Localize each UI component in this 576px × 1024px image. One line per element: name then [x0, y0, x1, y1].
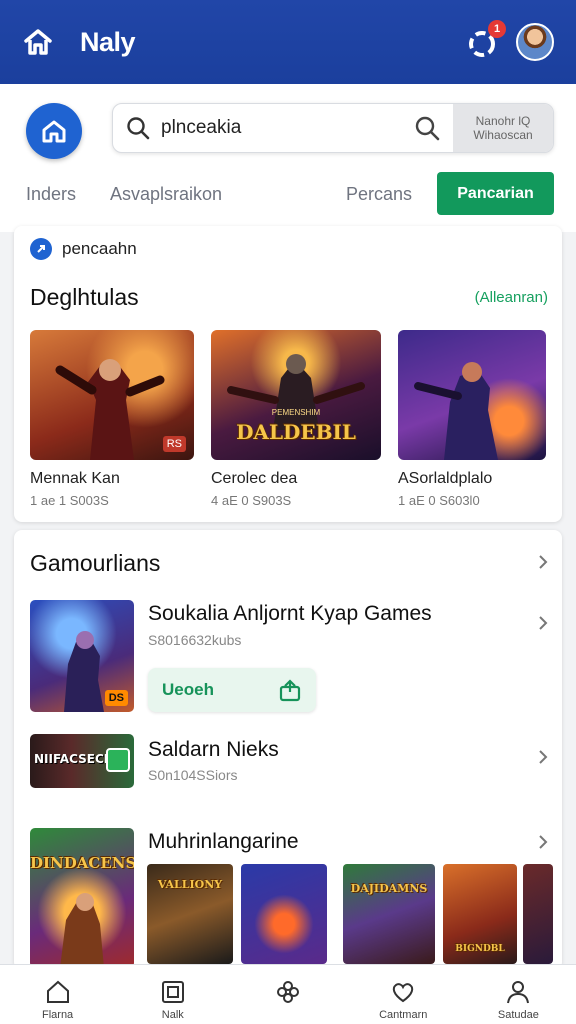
bottom-navigation: Flarna Nalk Cantmarn Satudae — [0, 964, 576, 1024]
home-icon — [42, 120, 66, 143]
tab-primary-button[interactable]: Pancarian — [437, 172, 554, 215]
game-art-title: VALLIONY — [157, 878, 223, 891]
download-icon — [279, 679, 301, 702]
featured-card: pencaahn Deglhtulas (Alleanran) RS Menna… — [14, 226, 562, 522]
nav-item-5[interactable]: Satudae — [461, 965, 576, 1024]
section-title: Deglhtulas — [30, 284, 139, 310]
nav-label: Satudae — [497, 1009, 539, 1021]
game-art-title: NIIFACSECN — [34, 752, 114, 766]
nav-item-2[interactable]: Nalk — [115, 965, 230, 1024]
featured-game-name[interactable]: Mennak Kan — [30, 470, 120, 488]
see-all-link[interactable]: (Alleanran) — [475, 289, 548, 306]
top-app-bar: Naly 1 — [0, 0, 576, 84]
featured-game-art[interactable] — [398, 330, 546, 460]
tab-1[interactable]: Inders — [26, 184, 76, 205]
nav-item-4[interactable]: Cantmarn — [346, 965, 461, 1024]
collection-game-tile[interactable]: DAJIDAMNS — [343, 864, 435, 964]
collection-game-tile[interactable]: VALLIONY — [147, 864, 233, 964]
search-area: plnceakia Nanohr lQ Wihaoscan Inders Asv… — [0, 84, 576, 232]
game-art-title: BIGNDBL — [455, 944, 505, 954]
section-title: Gamourlians — [30, 550, 161, 576]
notification-button[interactable]: 1 — [464, 20, 506, 60]
nav-label: Nalk — [161, 1009, 184, 1021]
game-badge — [106, 748, 130, 772]
search-filter-button[interactable]: Nanohr lQ Wihaoscan — [453, 104, 553, 152]
game-badge: DS — [104, 690, 128, 706]
chip-label: pencaahn — [62, 239, 137, 258]
collection-hero-art[interactable]: DINDACENS — [30, 828, 134, 968]
collection-game-tile[interactable] — [241, 864, 327, 964]
search-icon — [127, 117, 150, 140]
nav-label: Cantmarn — [379, 1009, 428, 1021]
app-title: Naly — [80, 26, 136, 57]
featured-game-name[interactable]: ASorlaldplalo — [398, 470, 492, 488]
chevron-right-icon[interactable] — [536, 616, 550, 630]
featured-game-meta: 1 ae 1 S003S — [30, 493, 109, 508]
search-input[interactable]: plnceakia — [161, 117, 413, 139]
home-icon[interactable] — [22, 26, 54, 58]
get-button-label: Ueoeh — [162, 680, 214, 699]
game-title[interactable]: Saldarn Nieks — [148, 738, 279, 762]
notification-badge: 1 — [488, 20, 506, 38]
game-list-card: Gamourlians DS Soukalia Anljornt Kyap Ga… — [14, 530, 562, 970]
featured-game-art[interactable]: RS — [30, 330, 194, 460]
category-chip[interactable]: pencaahn — [30, 238, 137, 260]
search-icon[interactable] — [413, 114, 441, 142]
chevron-right-icon[interactable] — [536, 555, 550, 569]
featured-game-name[interactable]: Cerolec dea — [211, 470, 297, 488]
featured-game-meta: 1 aE 0 S603l0 — [398, 493, 480, 508]
home-shortcut-button[interactable] — [26, 103, 82, 159]
game-title[interactable]: Soukalia Anljornt Kyap Games — [148, 602, 432, 626]
game-thumbnail[interactable]: NIIFACSECN — [30, 734, 134, 788]
featured-game-art[interactable]: DALDEBIL PEMENSHIM — [211, 330, 381, 460]
tab-bar: Inders Asvaplsraikon Percans Pancarian — [0, 172, 576, 218]
chevron-right-icon[interactable] — [536, 750, 550, 764]
search-bar[interactable]: plnceakia Nanohr lQ Wihaoscan — [112, 103, 554, 153]
heart-icon — [393, 983, 414, 1003]
game-tag: RS — [162, 436, 186, 452]
chevron-right-icon[interactable] — [536, 835, 550, 849]
avatar[interactable] — [516, 23, 554, 61]
game-meta: S0n104SSiors — [148, 767, 238, 783]
get-button[interactable]: Ueoeh — [148, 668, 316, 712]
game-thumbnail[interactable]: DS — [30, 600, 134, 712]
tab-2[interactable]: Asvaplsraikon — [110, 184, 222, 205]
game-meta: S8016632kubs — [148, 632, 242, 648]
chip-icon — [30, 238, 52, 260]
game-art-title: DAJIDAMNS — [350, 882, 428, 895]
game-art-title: DINDACENS — [30, 854, 134, 872]
nav-home[interactable]: Flarna — [0, 965, 115, 1024]
square-icon — [161, 981, 184, 1003]
collection-title[interactable]: Muhrinlangarine — [148, 830, 299, 854]
collection-game-tile[interactable] — [523, 864, 553, 964]
person-icon — [507, 981, 530, 1004]
nav-item-3[interactable] — [230, 965, 345, 1024]
home-icon — [46, 980, 69, 1003]
collection-game-tile[interactable]: BIGNDBL — [443, 864, 517, 964]
flower-icon — [277, 981, 299, 1003]
nav-label: Flarna — [42, 1009, 74, 1021]
featured-game-meta: 4 aE 0 S903S — [211, 493, 292, 508]
game-art-title: DALDEBIL — [236, 420, 356, 444]
tab-3[interactable]: Percans — [346, 184, 412, 205]
game-art-subtitle: PEMENSHIM — [271, 408, 321, 417]
